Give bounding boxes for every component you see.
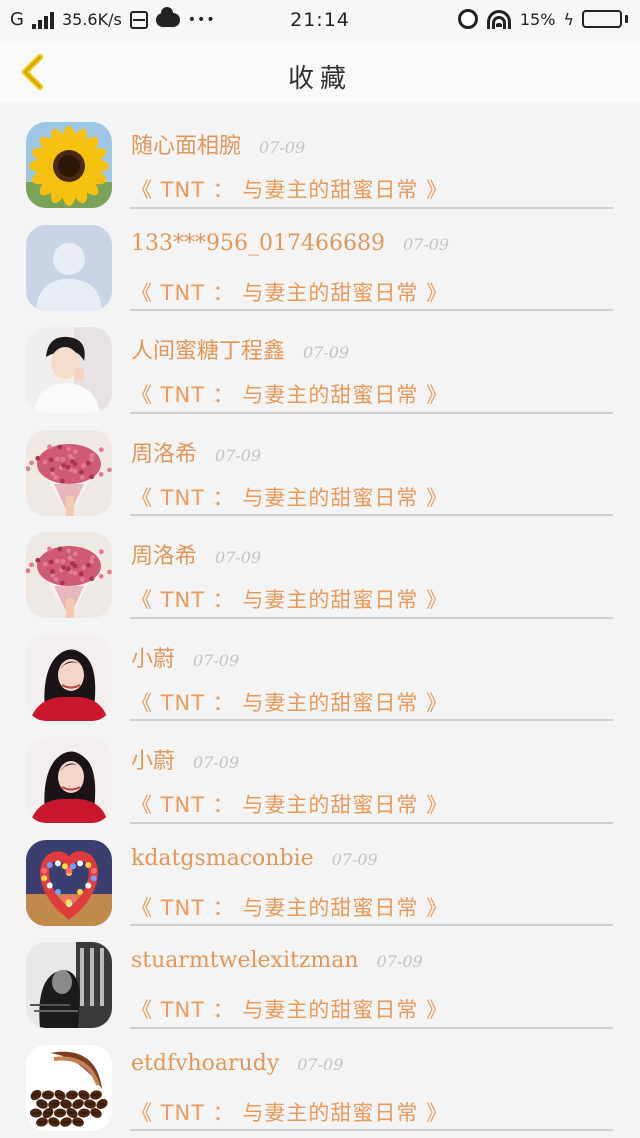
app-header: 收藏 <box>0 42 640 102</box>
book-title[interactable]: 《 TNT ： 与妻主的甜蜜日常 》 <box>131 584 448 614</box>
item-date: 07-09 <box>193 650 240 670</box>
girl-red-avatar-image <box>26 737 112 823</box>
item-date: 07-09 <box>303 343 350 362</box>
coffee-beans-avatar-image <box>26 1044 112 1131</box>
status-right: 15% ϟ <box>457 9 628 29</box>
item-header: 小蔚 07-09 <box>131 641 239 673</box>
user-name[interactable]: kdatgsmaconbie <box>131 846 314 871</box>
separator <box>130 1129 613 1131</box>
list-item[interactable]: 人间蜜糖丁程鑫 07-09 《 TNT ： 与妻主的甜蜜日常 》 <box>0 309 640 414</box>
item-header: 周洛希 07-09 <box>131 538 261 570</box>
book-title[interactable]: 《 TNT ： 与妻主的甜蜜日常 》 <box>131 1097 448 1127</box>
wifi-icon <box>486 9 512 29</box>
user-name[interactable]: 133***956_017466689 <box>131 231 385 256</box>
item-header: stuarmtwelexitzman 07-09 <box>131 948 423 973</box>
book-title[interactable]: 《 TNT ： 与妻主的甜蜜日常 》 <box>131 174 448 204</box>
default-user-avatar-image <box>26 224 112 311</box>
avatar[interactable] <box>26 737 112 823</box>
list-item[interactable]: 周洛希 07-09 《 TNT ： 与妻主的甜蜜日常 》 <box>0 412 640 516</box>
book-title[interactable]: 《 TNT ： 与妻主的甜蜜日常 》 <box>131 892 448 922</box>
item-date: 07-09 <box>402 234 450 254</box>
item-date: 07-09 <box>193 753 240 772</box>
alarm-icon <box>457 9 478 29</box>
avatar[interactable] <box>26 429 112 516</box>
heart-lights-avatar-image <box>26 839 112 926</box>
item-date: 07-09 <box>376 952 423 971</box>
book-title[interactable]: 《 TNT ： 与妻主的甜蜜日常 》 <box>131 994 448 1024</box>
list-item[interactable]: 随心面相腕 07-09 《 TNT ： 与妻主的甜蜜日常 》 <box>0 104 640 209</box>
pink-bouquet-avatar-image <box>26 429 112 516</box>
item-header: etdfvhoarudy 07-09 <box>131 1051 343 1076</box>
list-item[interactable]: stuarmtwelexitzman 07-09 《 TNT ： 与妻主的甜蜜日… <box>0 924 640 1029</box>
boy-photo-avatar-image <box>26 327 112 413</box>
item-date: 07-09 <box>215 445 262 465</box>
avatar[interactable] <box>26 942 112 1028</box>
favorites-list: 随心面相腕 07-09 《 TNT ： 与妻主的甜蜜日常 》 133***956… <box>0 102 640 1138</box>
user-name[interactable]: 随心面相腕 <box>131 128 241 160</box>
book-title[interactable]: 《 TNT ： 与妻主的甜蜜日常 》 <box>131 277 448 307</box>
avatar[interactable] <box>26 122 112 208</box>
battery-percent: 15% <box>519 9 556 29</box>
girl-red-avatar-image <box>26 634 112 721</box>
item-header: 小蔚 07-09 <box>131 743 239 775</box>
status-bar: G 35.6K/s ••• 21:14 15% ϟ <box>0 0 640 42</box>
book-title[interactable]: 《 TNT ： 与妻主的甜蜜日常 》 <box>131 482 448 512</box>
user-name[interactable]: 周洛希 <box>131 538 197 570</box>
item-header: 周洛希 07-09 <box>131 436 261 468</box>
item-header: 人间蜜糖丁程鑫 07-09 <box>131 333 349 365</box>
pink-bouquet-avatar-image <box>26 532 112 618</box>
user-name[interactable]: etdfvhoarudy <box>131 1051 279 1076</box>
item-header: 133***956_017466689 07-09 <box>131 231 449 256</box>
user-name[interactable]: 小蔚 <box>131 743 175 775</box>
list-item[interactable]: kdatgsmaconbie 07-09 《 TNT ： 与妻主的甜蜜日常 》 <box>0 822 640 926</box>
item-date: 07-09 <box>297 1054 344 1074</box>
item-header: 随心面相腕 07-09 <box>131 128 305 160</box>
list-item[interactable]: 小蔚 07-09 《 TNT ： 与妻主的甜蜜日常 》 <box>0 719 640 824</box>
user-name[interactable]: stuarmtwelexitzman <box>131 948 359 973</box>
charging-icon: ϟ <box>563 9 574 29</box>
user-name[interactable]: 周洛希 <box>131 436 197 468</box>
book-title[interactable]: 《 TNT ： 与妻主的甜蜜日常 》 <box>131 789 448 819</box>
item-header: kdatgsmaconbie 07-09 <box>131 846 378 871</box>
bw-portrait-avatar-image <box>26 942 112 1028</box>
avatar[interactable] <box>26 1044 112 1131</box>
avatar[interactable] <box>26 839 112 926</box>
avatar[interactable] <box>26 327 112 413</box>
item-date: 07-09 <box>215 548 262 567</box>
list-item[interactable]: 小蔚 07-09 《 TNT ： 与妻主的甜蜜日常 》 <box>0 617 640 721</box>
avatar[interactable] <box>26 634 112 721</box>
book-title[interactable]: 《 TNT ： 与妻主的甜蜜日常 》 <box>131 687 448 717</box>
user-name[interactable]: 小蔚 <box>131 641 175 673</box>
sunflower-avatar-image <box>26 122 112 208</box>
item-date: 07-09 <box>331 849 378 869</box>
list-item[interactable]: 133***956_017466689 07-09 《 TNT ： 与妻主的甜蜜… <box>0 207 640 311</box>
item-date: 07-09 <box>259 138 306 157</box>
list-item[interactable]: 周洛希 07-09 《 TNT ： 与妻主的甜蜜日常 》 <box>0 514 640 619</box>
battery-icon <box>582 10 628 28</box>
page-title: 收藏 <box>287 64 352 94</box>
user-name[interactable]: 人间蜜糖丁程鑫 <box>131 333 285 365</box>
book-title[interactable]: 《 TNT ： 与妻主的甜蜜日常 》 <box>131 379 448 409</box>
list-item[interactable]: etdfvhoarudy 07-09 《 TNT ： 与妻主的甜蜜日常 》 <box>0 1027 640 1131</box>
avatar[interactable] <box>26 532 112 618</box>
avatar[interactable] <box>26 224 112 311</box>
